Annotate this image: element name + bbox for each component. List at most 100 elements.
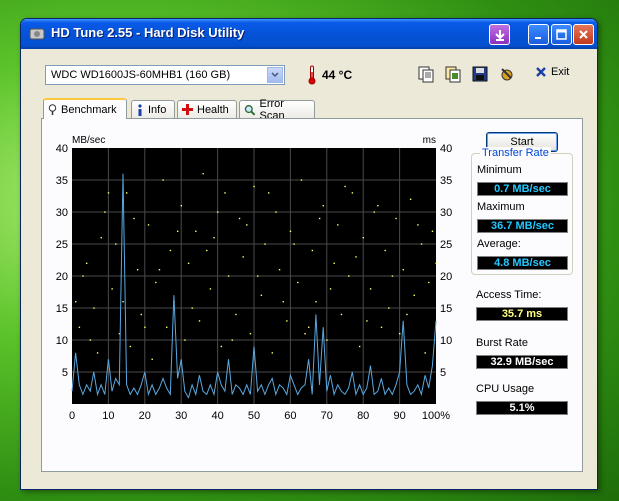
access-time-point: [75, 301, 77, 303]
access-time-point: [282, 301, 284, 303]
close-icon: [536, 67, 546, 77]
access-time-point: [388, 307, 390, 309]
y-tick-label: 40: [440, 143, 452, 155]
y-tick-label: 10: [440, 335, 452, 347]
cpu-usage-label: CPU Usage: [476, 383, 535, 395]
access-time-point: [107, 192, 110, 194]
access-time-point: [166, 326, 168, 328]
access-time-point: [180, 205, 182, 207]
save-icon[interactable]: [471, 65, 489, 83]
access-time-point: [198, 320, 201, 322]
maximum-value: 36.7 MB/sec: [477, 219, 568, 233]
access-time-point: [362, 237, 364, 239]
access-time-point: [115, 243, 117, 245]
title-bar[interactable]: HD Tune 2.55 - Hard Disk Utility: [21, 19, 597, 49]
access-time-point: [209, 288, 212, 290]
info-icon: [138, 103, 142, 116]
tab-benchmark[interactable]: Benchmark: [43, 98, 127, 119]
x-tick-label: 20: [139, 410, 151, 422]
access-time-point: [158, 269, 161, 271]
y-tick-label: 25: [440, 239, 452, 251]
access-time-point: [220, 345, 223, 348]
copy-text-icon[interactable]: [417, 65, 435, 83]
access-time-point: [377, 205, 379, 207]
access-time-point: [297, 281, 299, 284]
access-time-point: [409, 198, 412, 200]
tab-health[interactable]: Health: [177, 100, 237, 118]
access-time-point: [373, 211, 375, 213]
access-time-point: [231, 339, 233, 341]
access-time-point: [129, 345, 132, 348]
x-tick-label: 40: [211, 410, 223, 422]
access-time-point: [249, 333, 252, 335]
access-time-point: [413, 294, 415, 296]
thermometer-icon: [308, 65, 316, 85]
x-tick-label: 80: [357, 410, 369, 422]
x-tick-label: 30: [175, 410, 187, 422]
error-scan-icon: [244, 104, 256, 115]
hdtune-app-icon: [29, 28, 45, 40]
access-time-point: [311, 249, 314, 252]
exit-button[interactable]: Exit: [535, 66, 569, 78]
main-window: HD Tune 2.55 - Hard Disk Utility WDC WD1…: [20, 18, 598, 490]
access-time-point: [366, 320, 368, 322]
y-tick-label: 35: [440, 175, 452, 187]
y-ticks-left: 40 35 30 25 20 15 10 5: [56, 143, 68, 379]
x-tick-label: 60: [284, 410, 296, 422]
access-time-point: [96, 352, 99, 354]
maximize-button[interactable]: [551, 24, 572, 45]
access-time-point: [399, 333, 401, 335]
drive-select[interactable]: WDC WD1600JS-60MHB1 (160 GB): [45, 65, 285, 85]
access-time-point: [369, 288, 372, 290]
y-tick-label: 30: [56, 207, 68, 219]
benchmark-icon: [48, 103, 57, 115]
x-tick-label: 10: [102, 410, 114, 422]
access-time-point: [329, 288, 332, 290]
access-time-point: [402, 269, 405, 271]
access-time-point: [304, 333, 306, 335]
x-tick-label: 100%: [422, 410, 450, 422]
access-time-point: [246, 224, 248, 226]
copy-screenshot-icon[interactable]: [444, 65, 462, 83]
access-time-point: [136, 269, 139, 271]
y-axis-label-left: MB/sec: [72, 135, 105, 146]
chevron-down-icon[interactable]: [267, 67, 283, 83]
y-tick-label: 25: [56, 239, 68, 251]
access-time-point: [82, 275, 84, 277]
access-time-point: [267, 192, 270, 194]
access-time-point: [242, 256, 244, 258]
download-icon[interactable]: [489, 24, 510, 45]
access-time-point: [278, 269, 281, 271]
access-time-point: [435, 262, 437, 264]
access-time-point: [348, 275, 350, 277]
options-icon[interactable]: [498, 65, 516, 83]
access-time-point: [93, 307, 95, 309]
x-tick-label: 50: [248, 410, 260, 422]
access-time-point: [406, 313, 408, 316]
access-time-point: [289, 230, 292, 232]
access-time-point: [140, 313, 142, 316]
access-time-point: [318, 217, 321, 220]
access-time-point: [264, 243, 266, 245]
access-time-point: [424, 352, 426, 354]
maximum-label: Maximum: [477, 201, 525, 213]
y-axis-label-right: ms: [423, 135, 436, 146]
close-button[interactable]: [573, 24, 594, 45]
x-ticks: 0 10 20 30 40 50 60 70 80 90 100%: [69, 410, 450, 422]
access-time-point: [151, 358, 153, 360]
y-tick-label: 40: [56, 143, 68, 155]
temperature-readout: 44 °C: [322, 68, 353, 82]
minimize-button[interactable]: [528, 24, 549, 45]
access-time-point: [286, 320, 288, 322]
tab-error-scan[interactable]: Error Scan: [239, 98, 315, 122]
y-tick-label: 35: [56, 175, 68, 187]
minimum-label: Minimum: [477, 164, 522, 176]
y-tick-label: 30: [440, 207, 452, 219]
access-time-point: [100, 237, 102, 239]
tab-label: Benchmark: [61, 103, 117, 116]
access-time-point: [104, 211, 106, 213]
y-tick-label: 20: [56, 271, 68, 283]
tab-info[interactable]: Info: [131, 100, 175, 118]
access-time-point: [144, 326, 146, 328]
access-time-point: [176, 230, 179, 232]
